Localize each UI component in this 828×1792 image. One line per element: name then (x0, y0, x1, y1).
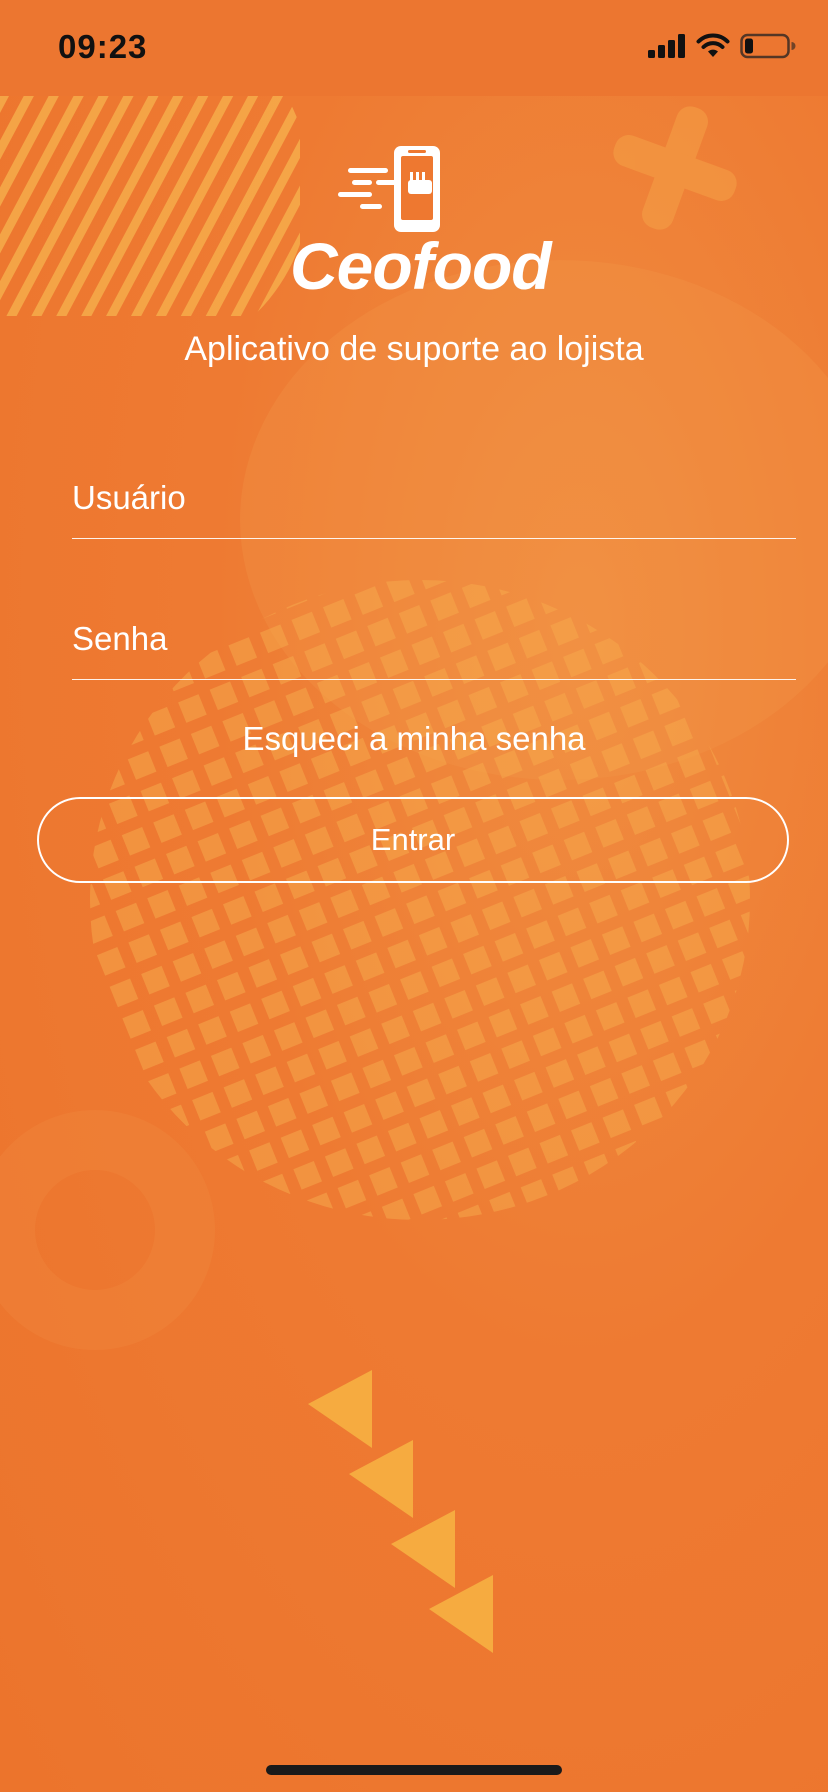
status-bar: 09:23 (0, 0, 828, 96)
phone-delivery-fork-icon (338, 146, 440, 232)
battery-low-icon (740, 33, 796, 64)
username-input[interactable] (72, 468, 796, 528)
cellular-signal-icon (648, 34, 686, 63)
forgot-password-link[interactable]: Esqueci a minha senha (0, 720, 828, 758)
brand-logo: Ceofood (290, 140, 552, 303)
home-indicator[interactable] (266, 1765, 562, 1775)
password-input[interactable] (72, 609, 796, 669)
username-field[interactable] (72, 468, 796, 539)
wifi-icon (696, 33, 730, 64)
login-screen: 09:23 Ceofood Aplicativo de suporte ao l… (0, 0, 828, 1792)
status-time: 09:23 (58, 28, 148, 65)
login-button[interactable]: Entrar (37, 797, 789, 883)
login-content: Ceofood Aplicativo de suporte ao lojista… (0, 0, 828, 1792)
password-field[interactable] (72, 609, 796, 680)
brand-name: Ceofood (290, 229, 552, 303)
app-subtitle: Aplicativo de suporte ao lojista (184, 330, 644, 368)
status-icons (648, 33, 796, 64)
